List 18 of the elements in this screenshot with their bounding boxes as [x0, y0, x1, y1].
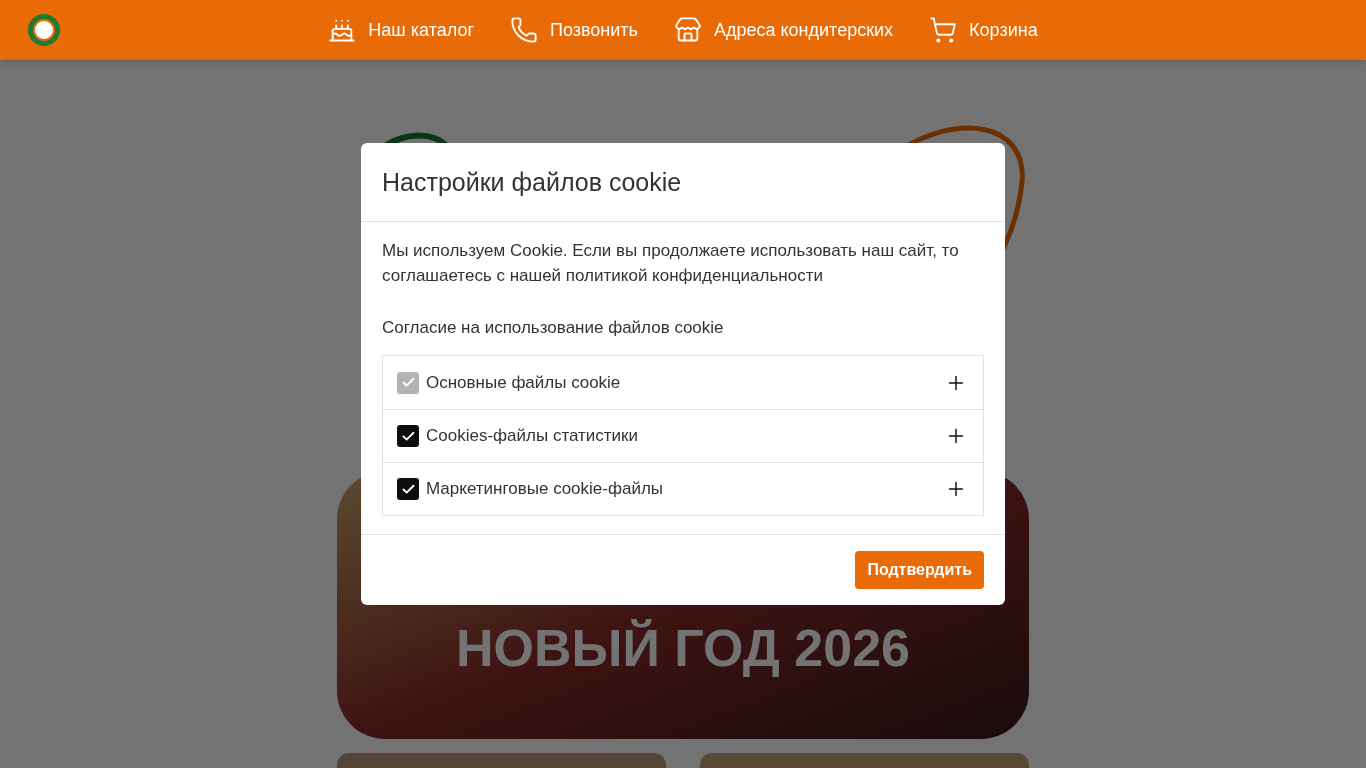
option-label: Основные файлы cookie: [426, 371, 622, 394]
checkbox[interactable]: [397, 478, 419, 500]
phone-icon: [510, 16, 538, 44]
dialog-description: Мы используем Cookie. Если вы продолжаете использовать наш сайт, то соглашаетесь с нашей политикой конфиденциальности: [382, 240, 960, 287]
checkbox[interactable]: [397, 425, 419, 447]
nav-link[interactable]: Позвонить: [510, 16, 638, 44]
banner-title: НОВЫЙ ГОД 2026: [456, 618, 910, 679]
option-label: Cookies-файлы статистики: [426, 425, 640, 448]
option-label: Маркетинговые cookie-файлы: [426, 478, 665, 501]
nav-link[interactable]: Адреса кондитерских: [674, 16, 894, 44]
nav-link[interactable]: Наш каталог: [328, 16, 474, 44]
consent-heading: Согласие на использование файлов cookie: [382, 317, 725, 339]
logo-icon[interactable]: [28, 14, 60, 46]
dialog-title: Настройки файлов cookie: [382, 167, 683, 197]
store-icon: [674, 16, 702, 44]
confirm-button[interactable]: Подтвердить: [855, 551, 984, 589]
cart-icon: [929, 16, 958, 44]
nav-link[interactable]: Корзина: [929, 16, 1038, 44]
